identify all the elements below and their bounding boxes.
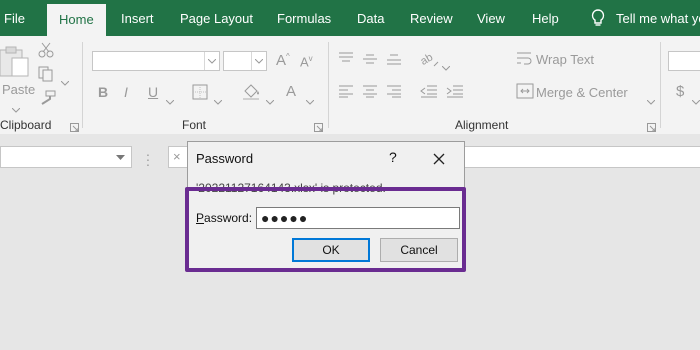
tab-page-layout[interactable]: Page Layout [180, 0, 253, 36]
merge-center-icon[interactable] [516, 83, 534, 104]
font-name-dropdown-icon[interactable] [204, 52, 219, 70]
currency-dropdown-icon[interactable] [691, 92, 700, 110]
font-dialog-launcher-icon[interactable] [314, 119, 323, 132]
align-right-icon[interactable] [386, 84, 402, 103]
font-size-combo[interactable] [223, 51, 267, 71]
align-center-icon[interactable] [362, 84, 378, 103]
borders-icon[interactable] [192, 84, 208, 105]
ribbon-tab-bar: File Home Insert Page Layout Formulas Da… [0, 0, 700, 36]
copy-icon[interactable] [38, 66, 56, 87]
tab-file[interactable]: File [4, 0, 25, 36]
alignment-dialog-launcher-icon[interactable] [647, 119, 656, 132]
tab-insert[interactable]: Insert [121, 0, 154, 36]
currency-button[interactable]: $ [676, 83, 684, 100]
tab-formulas[interactable]: Formulas [277, 0, 331, 36]
paste-dropdown-icon[interactable] [11, 100, 21, 118]
font-group-label: Font [182, 118, 207, 132]
dialog-title: Password [196, 151, 254, 166]
paste-label[interactable]: Paste [2, 82, 35, 97]
fill-color-icon[interactable] [242, 83, 260, 106]
clipboard-group-label: Clipboard [0, 118, 52, 132]
tab-data[interactable]: Data [357, 0, 384, 36]
divider [328, 42, 329, 128]
number-format-combo[interactable] [668, 51, 700, 71]
lightbulb-icon[interactable] [588, 8, 608, 28]
orientation-dropdown-icon[interactable] [441, 58, 451, 76]
orientation-icon[interactable]: ab [418, 50, 440, 73]
formula-bar-splitter[interactable]: ... [146, 144, 150, 168]
tab-help[interactable]: Help [532, 0, 559, 36]
svg-text:ab: ab [420, 51, 435, 68]
close-icon[interactable] [433, 152, 445, 165]
cut-icon[interactable] [38, 42, 54, 63]
highlight-frame [185, 187, 466, 272]
align-left-icon[interactable] [338, 84, 354, 103]
help-button[interactable]: ? [389, 149, 397, 165]
borders-dropdown-icon[interactable] [213, 92, 223, 110]
decrease-font-size-icon[interactable]: Av [300, 54, 313, 69]
divider [82, 42, 83, 128]
bottom-align-icon[interactable] [386, 52, 402, 71]
top-align-icon[interactable] [338, 52, 354, 71]
underline-dropdown-icon[interactable] [165, 92, 175, 110]
font-color-icon[interactable]: A [286, 83, 296, 100]
merge-center-button[interactable]: Merge & Center [536, 85, 628, 100]
wrap-text-button[interactable]: Wrap Text [536, 52, 594, 67]
copy-dropdown-icon[interactable] [60, 73, 70, 91]
format-painter-icon[interactable] [38, 90, 56, 111]
divider [660, 42, 661, 128]
cancel-icon: × [173, 149, 181, 164]
increase-font-size-icon[interactable]: A^ [276, 52, 290, 69]
italic-button[interactable]: I [124, 84, 128, 100]
formula-input[interactable] [462, 146, 700, 168]
merge-center-dropdown-icon[interactable] [646, 92, 656, 110]
middle-align-icon[interactable] [362, 52, 378, 71]
clipboard-dialog-launcher-icon[interactable] [70, 119, 79, 132]
wrap-text-icon[interactable] [516, 50, 534, 73]
ribbon: Paste Clipboard A^ Av B I U A Font ab Wr… [0, 36, 700, 135]
tab-review[interactable]: Review [410, 0, 453, 36]
bold-button[interactable]: B [98, 84, 108, 100]
tab-view[interactable]: View [477, 0, 505, 36]
fill-color-dropdown-icon[interactable] [265, 92, 275, 110]
decrease-indent-icon[interactable] [420, 84, 438, 103]
tab-home[interactable]: Home [47, 4, 106, 36]
font-name-combo[interactable] [92, 51, 220, 71]
font-size-dropdown-icon[interactable] [251, 52, 266, 70]
paste-icon[interactable] [0, 44, 32, 83]
underline-button[interactable]: U [148, 84, 158, 100]
cancel-formula-button[interactable]: × [168, 146, 188, 168]
font-color-dropdown-icon[interactable] [305, 92, 315, 110]
increase-indent-icon[interactable] [446, 84, 464, 103]
tell-me-search[interactable]: Tell me what yo [616, 0, 700, 36]
name-box[interactable] [0, 146, 132, 168]
name-box-dropdown-icon[interactable] [116, 155, 125, 160]
alignment-group-label: Alignment [455, 118, 509, 132]
